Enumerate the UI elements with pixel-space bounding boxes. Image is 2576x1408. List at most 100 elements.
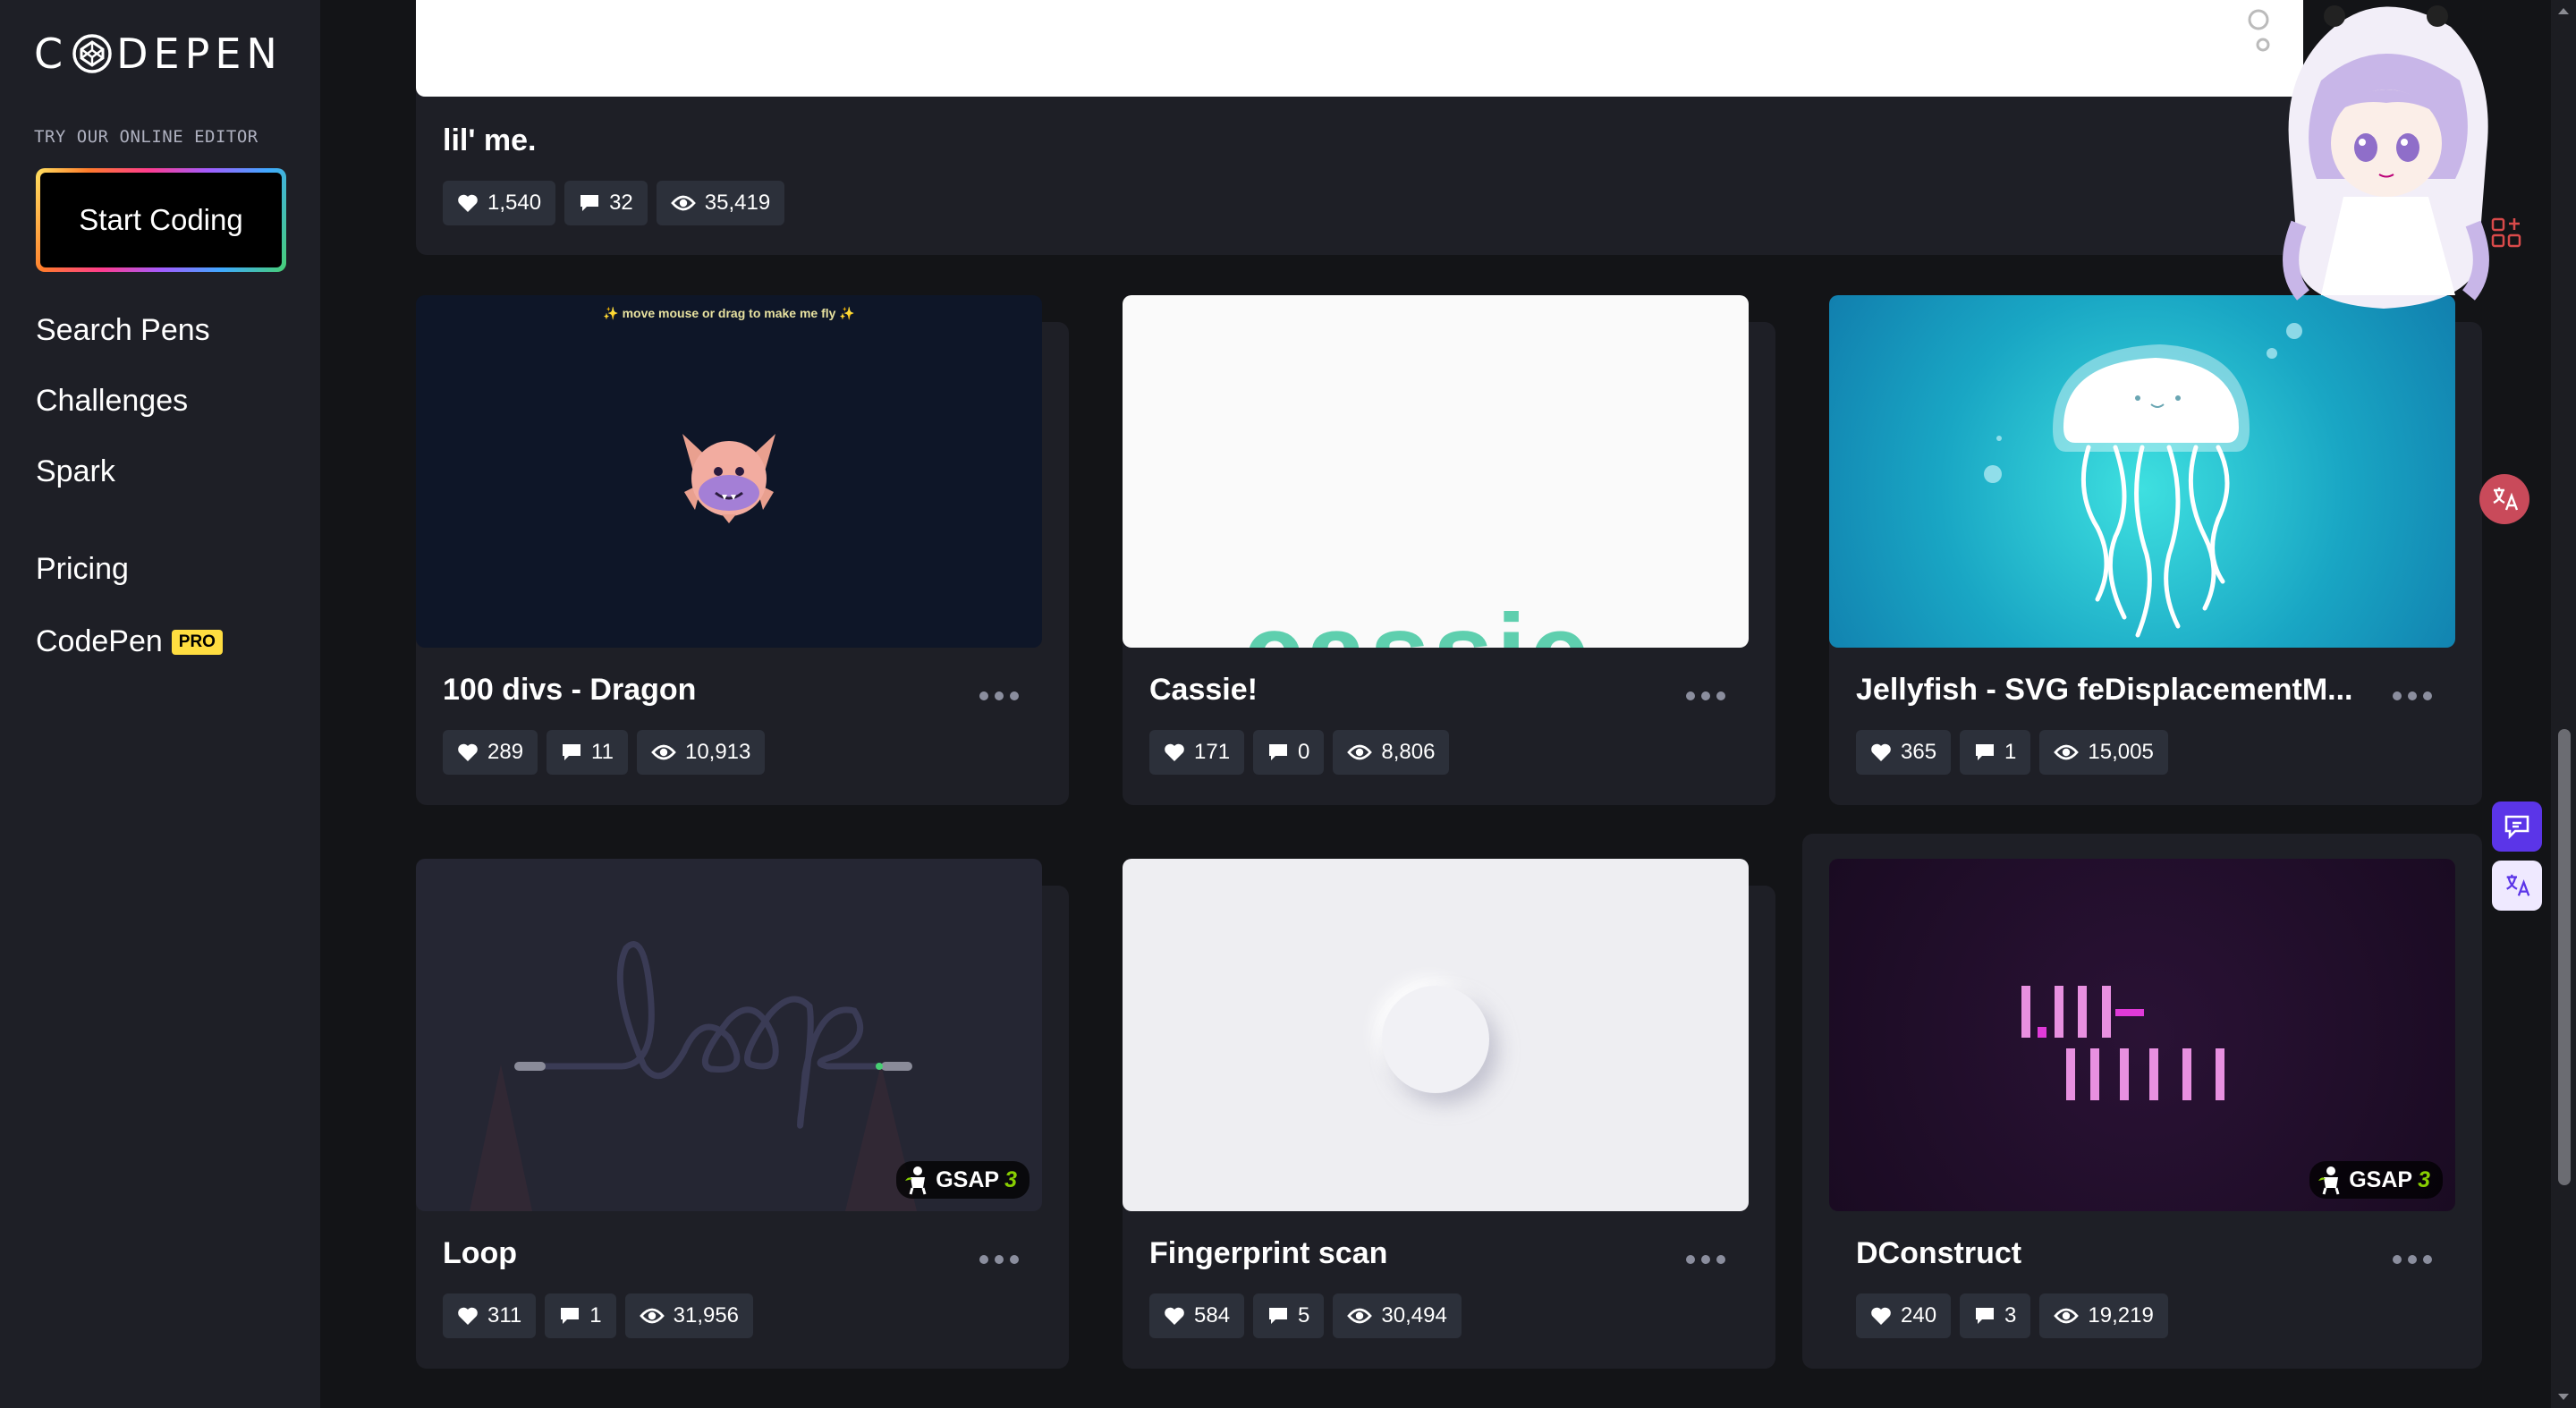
pen-preview[interactable]: GSAP 3: [416, 859, 1042, 1211]
pen-preview[interactable]: cassie: [1123, 295, 1749, 648]
like-button[interactable]: 171: [1149, 730, 1245, 775]
pen-preview[interactable]: [416, 0, 2303, 97]
codepen-cube-icon: [72, 34, 112, 73]
translate-tool-button[interactable]: [2492, 861, 2542, 911]
comment-button[interactable]: 3: [1960, 1293, 2031, 1338]
eye-icon: [2054, 744, 2080, 760]
views-button[interactable]: 15,005: [2039, 730, 2168, 775]
pen-preview[interactable]: [1829, 295, 2455, 648]
view-count: 19,219: [2088, 1303, 2154, 1327]
try-editor-label: TRY OUR ONLINE EDITOR: [34, 127, 258, 147]
pen-title[interactable]: lil' me.: [443, 123, 536, 158]
dconstruct-illustration: [2021, 986, 2224, 1100]
apps-grid-button[interactable]: [2479, 206, 2533, 259]
gsap-version: 3: [2418, 1166, 2430, 1192]
scrollbar[interactable]: [2551, 0, 2576, 1408]
chat-assistant-button[interactable]: [2492, 802, 2542, 852]
anime-mascot-image[interactable]: [2236, 0, 2531, 322]
nav-spark[interactable]: Spark: [36, 454, 115, 489]
pen-title[interactable]: DConstruct: [1856, 1236, 2357, 1271]
more-options-button[interactable]: [2393, 691, 2432, 700]
view-count: 35,419: [704, 191, 771, 215]
comment-count: 5: [1298, 1303, 1310, 1327]
comment-icon: [1269, 744, 1288, 760]
pen-title[interactable]: Jellyfish - SVG feDisplacementM...: [1856, 673, 2357, 708]
comment-button[interactable]: 0: [1253, 730, 1325, 775]
more-options-button[interactable]: [2393, 1255, 2432, 1264]
heart-icon: [1871, 1307, 1891, 1325]
eye-icon: [1347, 1308, 1373, 1324]
pen-stats: 240 3 19,219: [1856, 1293, 2168, 1338]
pen-preview[interactable]: ✨ move mouse or drag to make me fly ✨: [416, 295, 1042, 648]
pen-stats: 171 0 8,806: [1149, 730, 1450, 775]
comment-icon: [561, 1308, 580, 1324]
comment-icon: [1269, 1308, 1288, 1324]
pen-stats: 1,540 32 35,419: [443, 181, 785, 225]
more-options-button[interactable]: [1686, 691, 1725, 700]
views-button[interactable]: 30,494: [1333, 1293, 1462, 1338]
translate-button[interactable]: [2479, 474, 2529, 524]
comment-button[interactable]: 1: [1960, 730, 2031, 775]
comment-button[interactable]: 32: [564, 181, 648, 225]
views-button[interactable]: 35,419: [656, 181, 785, 225]
like-button[interactable]: 584: [1149, 1293, 1245, 1338]
translate-icon: [2493, 488, 2519, 511]
like-button[interactable]: 365: [1856, 730, 1952, 775]
comment-button[interactable]: 1: [545, 1293, 616, 1338]
pen-card-loop: GSAP 3 Loop 311 1 31,956: [416, 859, 1069, 1369]
nav-codepen-pro[interactable]: CodePen PRO: [36, 624, 223, 659]
scrollbar-thumb[interactable]: [2558, 729, 2571, 1185]
like-button[interactable]: 240: [1856, 1293, 1952, 1338]
view-count: 8,806: [1381, 740, 1436, 764]
comment-count: 32: [609, 191, 633, 215]
preview-hint-text: ✨ move mouse or drag to make me fly ✨: [603, 306, 855, 320]
comment-button[interactable]: 5: [1253, 1293, 1325, 1338]
eye-icon: [670, 195, 696, 211]
like-button[interactable]: 289: [443, 730, 538, 775]
more-options-button[interactable]: [1686, 1255, 1725, 1264]
more-options-button[interactable]: [979, 691, 1019, 700]
apps-grid-icon: [2491, 217, 2521, 248]
views-button[interactable]: 10,913: [636, 730, 766, 775]
codepen-logo[interactable]: C DEPEN: [34, 27, 283, 81]
scroll-down-arrow-icon: [2558, 1394, 2569, 1400]
pen-stats: 584 5 30,494: [1149, 1293, 1462, 1338]
eye-icon: [2054, 1308, 2080, 1324]
heart-icon: [458, 194, 478, 212]
view-count: 10,913: [684, 740, 751, 764]
views-button[interactable]: 19,219: [2039, 1293, 2168, 1338]
gsap-mascot-icon: [905, 1166, 927, 1195]
views-button[interactable]: 31,956: [624, 1293, 754, 1338]
like-count: 365: [1901, 740, 1937, 764]
pen-title[interactable]: Cassie!: [1149, 673, 1650, 708]
pen-stats: 289 11 10,913: [443, 730, 766, 775]
nav-search-pens[interactable]: Search Pens: [36, 313, 210, 348]
like-button[interactable]: 1,540: [443, 181, 556, 225]
comment-count: 11: [591, 740, 614, 764]
pen-stats: 311 1 31,956: [443, 1293, 754, 1338]
view-count: 15,005: [2088, 740, 2154, 764]
pen-title[interactable]: Loop: [443, 1236, 944, 1271]
pen-stats: 365 1 15,005: [1856, 730, 2168, 775]
pen-preview[interactable]: [1123, 859, 1749, 1211]
comment-icon: [580, 195, 599, 211]
gsap-label: GSAP: [2349, 1166, 2413, 1192]
comment-button[interactable]: 11: [547, 730, 628, 775]
like-count: 584: [1194, 1303, 1231, 1327]
heart-icon: [1871, 743, 1891, 761]
pen-preview[interactable]: GSAP 3: [1829, 859, 2455, 1211]
fingerprint-button: [1382, 986, 1489, 1093]
views-button[interactable]: 8,806: [1333, 730, 1450, 775]
more-options-button[interactable]: [979, 1255, 1019, 1264]
pen-title[interactable]: Fingerprint scan: [1149, 1236, 1650, 1271]
like-button[interactable]: 311: [443, 1293, 537, 1338]
pen-card-dconstruct: GSAP 3 DConstruct 240 3 19,219: [1802, 834, 2482, 1369]
nav-pricing[interactable]: Pricing: [36, 552, 129, 587]
pen-title[interactable]: 100 divs - Dragon: [443, 673, 944, 708]
sidebar: C DEPEN TRY OUR ONLINE EDITOR Start Codi…: [0, 0, 320, 1408]
like-count: 289: [487, 740, 524, 764]
nav-challenges[interactable]: Challenges: [36, 384, 188, 419]
heart-icon: [458, 743, 478, 761]
logo-text-c: C: [34, 30, 69, 78]
start-coding-button[interactable]: Start Coding: [36, 168, 286, 272]
